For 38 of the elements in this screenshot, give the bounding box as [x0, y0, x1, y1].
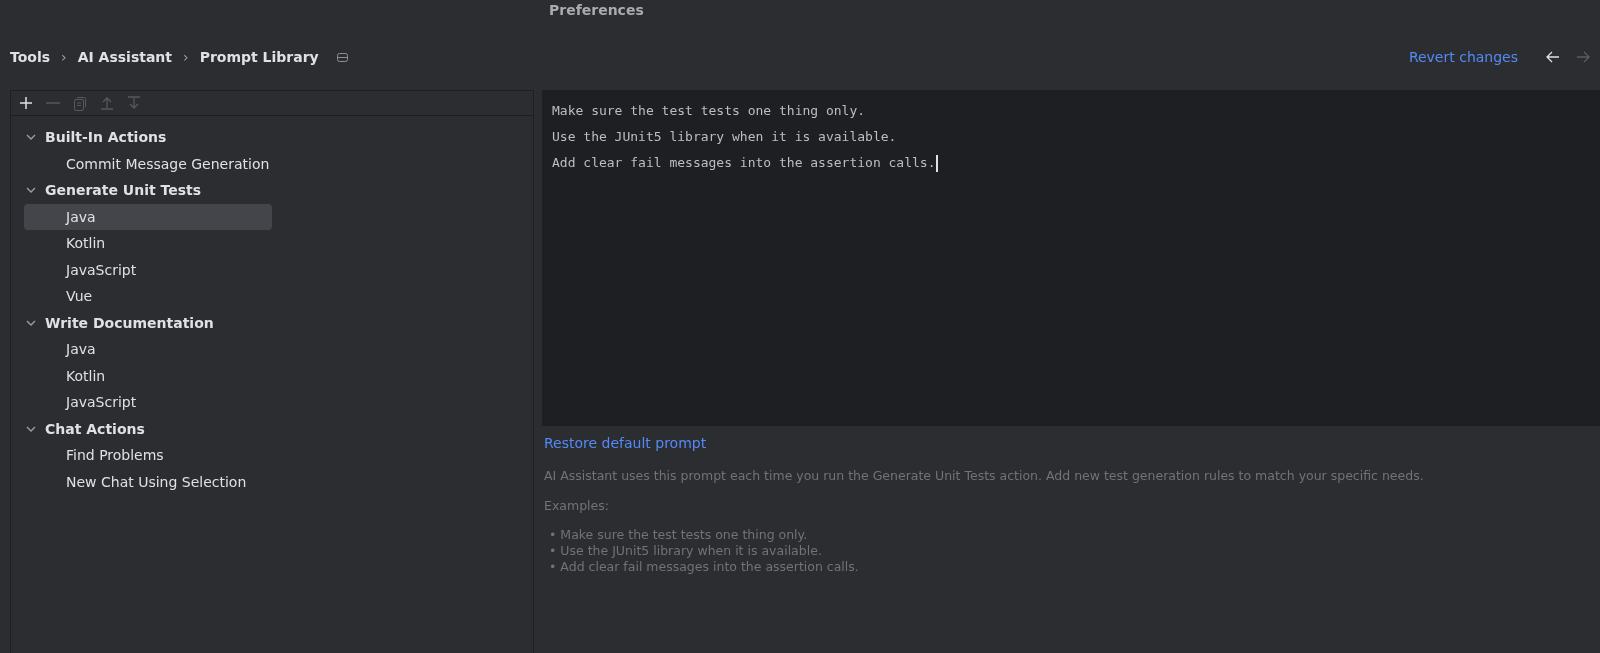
tree-item[interactable]: Find Problems — [24, 442, 272, 469]
back-arrow-icon — [1546, 51, 1560, 63]
tree-item[interactable]: Java — [24, 203, 272, 230]
tree-group-label[interactable]: Generate Unit Tests — [45, 182, 202, 199]
breadcrumb-item: Prompt Library — [199, 49, 319, 65]
prompt-editor[interactable]: Make sure the test tests one thing only. Use the JUnit5 library when it is available. Add clear fail messages into the assertion calls. — [542, 90, 1600, 426]
breadcrumb-separator: › — [183, 49, 189, 65]
move-up-icon — [100, 96, 114, 110]
breadcrumb-separator: › — [61, 49, 67, 65]
text-cursor — [935, 155, 938, 172]
tree-item[interactable]: JavaScript — [24, 256, 272, 283]
description-text: AI Assistant uses this prompt each time you run the Generate Unit Tests action. Add new test generation rules to match your specific needs. — [544, 468, 1425, 483]
example-item: • Use the JUnit5 library when it is available. — [548, 543, 823, 559]
example-item: • Add clear fail messages into the assertion calls. — [548, 559, 860, 575]
tree-item[interactable]: Java — [24, 336, 272, 363]
project-settings-icon — [336, 52, 348, 62]
breadcrumb-item[interactable]: AI Assistant — [77, 49, 173, 65]
copy-icon — [73, 95, 87, 111]
tree-item[interactable]: Kotlin — [24, 230, 272, 257]
tree-item[interactable]: New Chat Using Selection — [24, 468, 272, 495]
move-down-icon — [127, 96, 141, 110]
tree-item[interactable]: Vue — [24, 283, 272, 310]
window-title: Preferences — [548, 1, 645, 20]
tree-group-label[interactable]: Chat Actions — [45, 420, 145, 437]
breadcrumb-item[interactable]: Tools — [10, 49, 51, 65]
add-button[interactable] — [17, 94, 35, 112]
tree-item[interactable]: Commit Message Generation — [24, 150, 276, 177]
forward-arrow-icon — [1576, 51, 1590, 63]
examples-heading: Examples: — [544, 498, 610, 513]
example-item: • Make sure the test tests one thing only. — [548, 527, 809, 543]
revert-changes-link[interactable]: Revert changes — [1408, 49, 1518, 65]
tree-group-label[interactable]: Built-In Actions — [45, 129, 167, 146]
restore-default-prompt-link[interactable]: Restore default prompt — [544, 435, 707, 451]
tree-group-label[interactable]: Write Documentation — [45, 314, 214, 331]
tree-item[interactable]: Kotlin — [24, 362, 272, 389]
tree-item[interactable]: JavaScript — [24, 389, 272, 416]
add-icon — [18, 95, 34, 111]
back-button[interactable] — [1546, 51, 1560, 63]
